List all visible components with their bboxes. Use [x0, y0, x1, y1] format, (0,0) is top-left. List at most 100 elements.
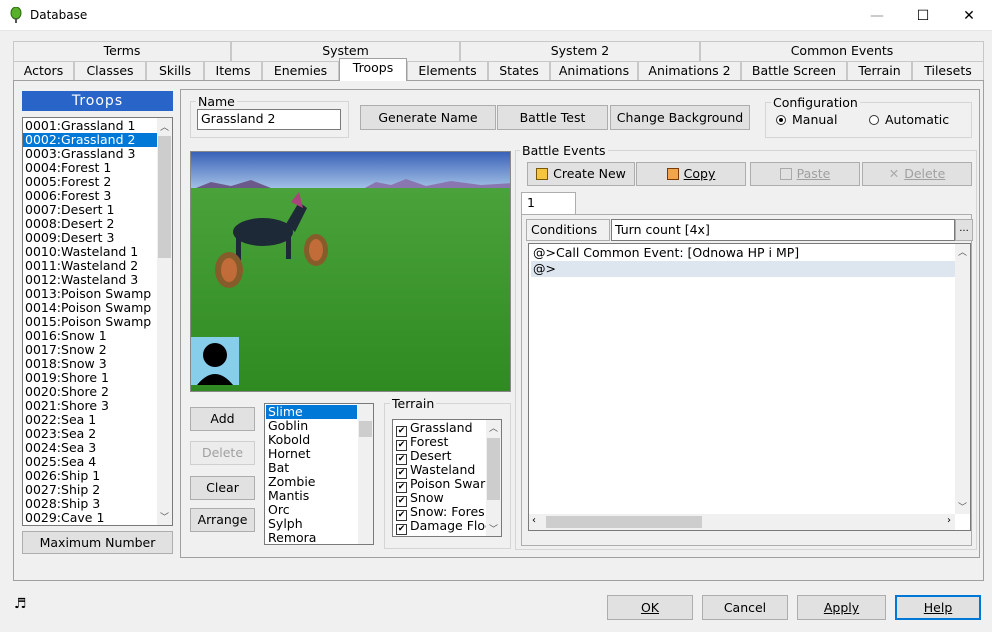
- event-page-tab-1[interactable]: 1: [521, 192, 576, 215]
- copy-event-button[interactable]: Copy: [636, 162, 746, 186]
- terrain-list-item[interactable]: ✔ Damage Floo: [394, 519, 493, 535]
- troop-list-item[interactable]: 0002:Grassland 2: [23, 133, 157, 147]
- troop-list-item[interactable]: 0017:Snow 2: [23, 343, 157, 357]
- manual-radio[interactable]: Manual: [776, 112, 837, 127]
- event-list-hscroll[interactable]: ‹ ›: [529, 514, 955, 530]
- troop-list-item[interactable]: 0015:Poison Swamp: [23, 315, 157, 329]
- terrain-list-item[interactable]: ✔ Wasteland: [394, 463, 485, 479]
- enemy-list-item[interactable]: Sylph: [266, 517, 357, 531]
- tab-classes[interactable]: Classes: [74, 61, 146, 81]
- tab-enemies[interactable]: Enemies: [262, 61, 339, 81]
- troop-list-item[interactable]: 0023:Sea 2: [23, 427, 157, 441]
- generate-name-button[interactable]: Generate Name: [360, 105, 496, 130]
- enemy-list-item[interactable]: Orc: [266, 503, 357, 517]
- tab-tilesets[interactable]: Tilesets: [912, 61, 984, 81]
- troop-list-item[interactable]: 0025:Sea 4: [23, 455, 157, 469]
- terrain-list-item[interactable]: ✔ Grassland: [394, 421, 485, 437]
- troop-list-item[interactable]: 0007:Desert 1: [23, 203, 157, 217]
- troop-list-item[interactable]: 0006:Forest 3: [23, 189, 157, 203]
- close-button[interactable]: ✕: [946, 0, 992, 31]
- enemy-list-item[interactable]: Bat: [266, 461, 357, 475]
- help-button[interactable]: Help: [895, 595, 981, 620]
- troop-list-item[interactable]: 0022:Sea 1: [23, 413, 157, 427]
- tab-troops[interactable]: Troops: [339, 58, 407, 81]
- troop-list-item[interactable]: 0005:Forest 2: [23, 175, 157, 189]
- troop-list-item[interactable]: 0026:Ship 1: [23, 469, 157, 483]
- troop-list-item[interactable]: 0013:Poison Swamp: [23, 287, 157, 301]
- tab-states[interactable]: States: [488, 61, 550, 81]
- enemy-list-item[interactable]: Remora: [266, 531, 357, 545]
- terrain-list-item[interactable]: ✔ Snow: [394, 491, 485, 507]
- event-command-line[interactable]: @>Call Common Event: [Odnowa HP i MP]: [531, 245, 955, 261]
- paste-event-button[interactable]: Paste: [750, 162, 860, 186]
- enemy-list-item[interactable]: Slime: [266, 405, 357, 419]
- event-list-vscroll[interactable]: ︿ ﹀: [955, 244, 970, 514]
- troops-scrollbar[interactable]: ︿ ﹀: [157, 118, 172, 525]
- enemy-list-item[interactable]: Zombie: [266, 475, 357, 489]
- tab-animations[interactable]: Animations: [550, 61, 638, 81]
- tab-animations-2[interactable]: Animations 2: [638, 61, 741, 81]
- troops-list[interactable]: 0001:Grassland 1 0002:Grassland 2 0003:Gra…: [22, 117, 173, 526]
- music-note-icon[interactable]: ♬: [14, 596, 27, 612]
- troop-list-item[interactable]: 0019:Shore 1: [23, 371, 157, 385]
- change-background-button[interactable]: Change Background: [610, 105, 750, 130]
- tab-items[interactable]: Items: [204, 61, 262, 81]
- tab-terms[interactable]: Terms: [13, 41, 231, 61]
- event-command-line[interactable]: @>: [531, 261, 955, 277]
- troop-list-item[interactable]: 0020:Shore 2: [23, 385, 157, 399]
- checkbox-icon[interactable]: ✔: [396, 524, 407, 535]
- terrain-list[interactable]: ✔ Grassland ✔ Forest ✔ Desert ✔ Wasteland ✔ Poiso…: [392, 419, 502, 537]
- troop-list-item[interactable]: 0001:Grassland 1: [23, 119, 157, 133]
- scroll-thumb[interactable]: [546, 516, 702, 528]
- name-field[interactable]: Grassland 2: [197, 109, 341, 130]
- troop-list-item[interactable]: 0024:Sea 3: [23, 441, 157, 455]
- terrain-list-item[interactable]: ✔ Desert: [394, 449, 485, 465]
- troop-list-item[interactable]: 0028:Ship 3: [23, 497, 157, 511]
- troop-list-item[interactable]: 0014:Poison Swamp: [23, 301, 157, 315]
- tab-actors[interactable]: Actors: [13, 61, 74, 81]
- terrain-list-item[interactable]: ✔ Forest: [394, 435, 485, 451]
- terrain-list-item[interactable]: ✔ Snow: Fores: [394, 505, 485, 521]
- tab-common-events[interactable]: Common Events: [700, 41, 984, 61]
- troop-list-item[interactable]: 0010:Wasteland 1: [23, 245, 157, 259]
- tab-skills[interactable]: Skills: [146, 61, 204, 81]
- scroll-thumb[interactable]: [487, 438, 500, 500]
- tab-system-2[interactable]: System 2: [460, 41, 700, 61]
- ok-button[interactable]: OK: [607, 595, 693, 620]
- scroll-thumb[interactable]: [359, 421, 372, 437]
- troop-list-item[interactable]: 0009:Desert 3: [23, 231, 157, 245]
- troop-list-item[interactable]: 0008:Desert 2: [23, 217, 157, 231]
- maximize-button[interactable]: ☐: [900, 0, 946, 31]
- troop-list-item[interactable]: 0027:Ship 2: [23, 483, 157, 497]
- automatic-radio[interactable]: Automatic: [869, 112, 949, 127]
- terrain-scrollbar[interactable]: ︿ ﹀: [486, 420, 501, 536]
- troop-list-item[interactable]: 0003:Grassland 3: [23, 147, 157, 161]
- terrain-list-item[interactable]: ✔ Poison Swar: [394, 477, 485, 493]
- enemy-list-item[interactable]: Kobold: [266, 433, 357, 447]
- delete-event-button[interactable]: ✕ Delete: [862, 162, 972, 186]
- enemy-list-scrollbar[interactable]: [358, 404, 373, 544]
- cancel-button[interactable]: Cancel: [702, 595, 788, 620]
- tab-terrain[interactable]: Terrain: [847, 61, 912, 81]
- enemy-list[interactable]: Slime Goblin Kobold Hornet Bat Zombie Mantis Or…: [264, 403, 374, 545]
- battle-preview[interactable]: [190, 151, 511, 392]
- add-enemy-button[interactable]: Add: [190, 407, 255, 431]
- enemy-list-item[interactable]: Mantis: [266, 489, 357, 503]
- troop-list-item[interactable]: 0004:Forest 1: [23, 161, 157, 175]
- scroll-thumb[interactable]: [158, 136, 171, 258]
- troop-list-item[interactable]: 0029:Cave 1: [23, 511, 157, 525]
- troop-list-item[interactable]: 0021:Shore 3: [23, 399, 157, 413]
- battle-test-button[interactable]: Battle Test: [497, 105, 608, 130]
- clear-enemies-button[interactable]: Clear: [190, 476, 255, 500]
- conditions-button[interactable]: Conditions: [526, 219, 610, 241]
- apply-button[interactable]: Apply: [797, 595, 886, 620]
- delete-enemy-button[interactable]: Delete: [190, 441, 255, 465]
- tab-battle-screen[interactable]: Battle Screen: [741, 61, 847, 81]
- minimize-button[interactable]: —: [854, 0, 900, 31]
- tab-elements[interactable]: Elements: [407, 61, 488, 81]
- troop-list-item[interactable]: 0011:Wasteland 2: [23, 259, 157, 273]
- event-command-list[interactable]: @>Call Common Event: [Odnowa HP i MP] @> …: [528, 243, 971, 531]
- troop-list-item[interactable]: 0016:Snow 1: [23, 329, 157, 343]
- arrange-enemies-button[interactable]: Arrange: [190, 508, 255, 532]
- troop-list-item[interactable]: 0012:Wasteland 3: [23, 273, 157, 287]
